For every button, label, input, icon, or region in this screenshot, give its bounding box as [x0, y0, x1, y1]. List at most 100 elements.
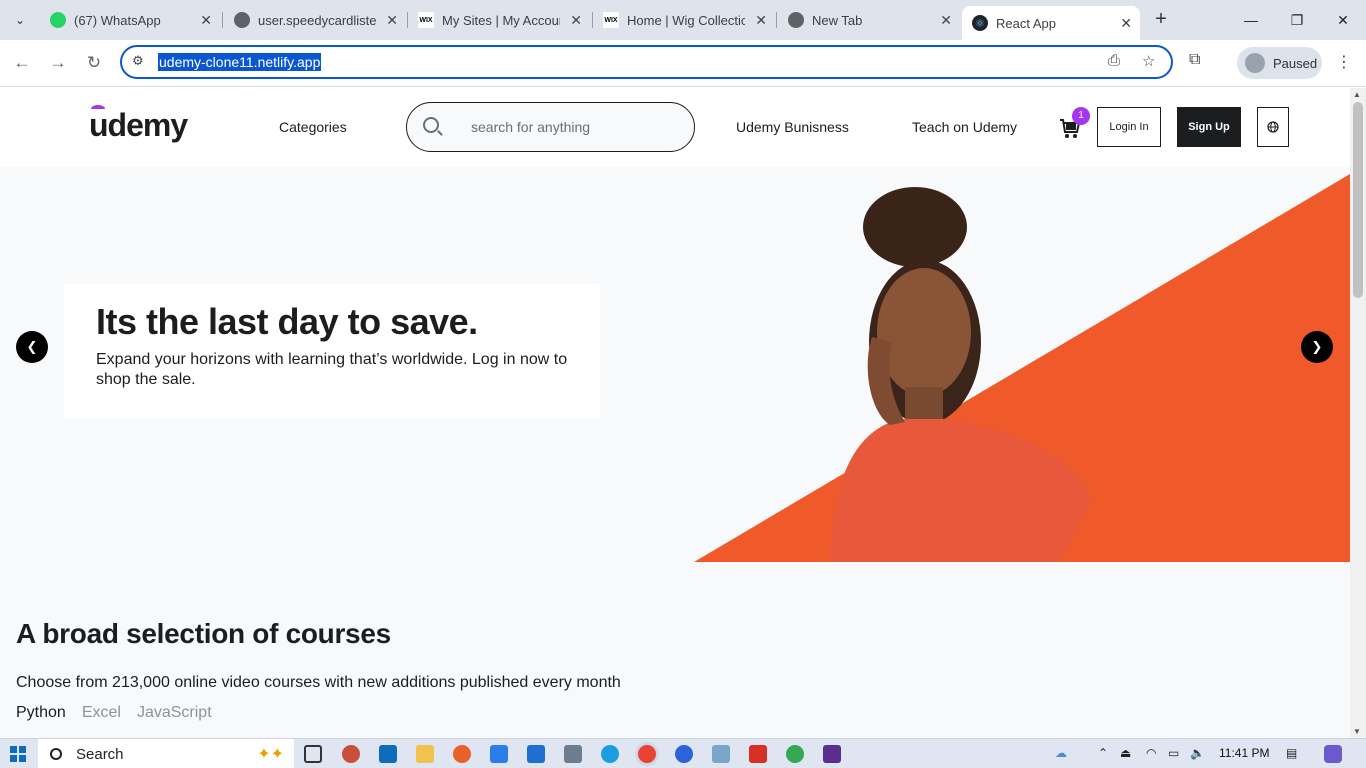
search-input[interactable]: [471, 117, 681, 137]
wifi-icon[interactable]: ◠: [1146, 746, 1156, 760]
acrobat-icon[interactable]: [749, 745, 767, 763]
avatar: [1245, 53, 1265, 73]
tab-close-icon[interactable]: ✕: [570, 12, 582, 29]
volume-icon[interactable]: 🔈: [1190, 746, 1205, 760]
app-icon[interactable]: [823, 745, 841, 763]
tab-close-icon[interactable]: ✕: [940, 12, 952, 29]
clock[interactable]: 11:41 PM: [1219, 746, 1269, 760]
restore-icon[interactable]: ❐: [1274, 8, 1320, 32]
udemy-business-link[interactable]: Udemy Bunisness: [736, 119, 849, 135]
udemy-logo[interactable]: udemy: [89, 105, 188, 144]
hero-promo-card: Its the last day to save. Expand your ho…: [64, 284, 600, 418]
search-icon[interactable]: [423, 117, 439, 133]
scroll-up-icon[interactable]: ▲: [1353, 90, 1361, 99]
profile-button[interactable]: Paused: [1237, 47, 1322, 79]
taskbar-search-label: Search: [76, 745, 124, 763]
page-scrollbar[interactable]: ▲ ▼: [1350, 88, 1366, 738]
courses-section: A broad selection of courses Choose from…: [16, 618, 621, 721]
battery-icon[interactable]: ▭: [1168, 746, 1179, 760]
mail-icon[interactable]: [527, 745, 545, 763]
edge-icon[interactable]: [601, 745, 619, 763]
back-icon[interactable]: ←: [10, 51, 34, 75]
windows-start-icon[interactable]: [10, 746, 26, 762]
whatsapp-icon: [50, 12, 66, 28]
chevron-right-icon: ❯: [1311, 339, 1323, 354]
tab-title: user.speedycardlister...: [258, 12, 376, 28]
categories-link[interactable]: Categories: [279, 119, 347, 135]
chrome-profile-icon[interactable]: [786, 745, 804, 763]
bookmark-star-icon[interactable]: ☆: [1142, 52, 1155, 70]
tab-whatsapp[interactable]: (67) WhatsApp ✕: [40, 6, 220, 34]
tab-close-icon[interactable]: ✕: [755, 12, 767, 29]
wix-icon: WIX: [418, 12, 434, 28]
chevron-left-icon: ❮: [26, 339, 38, 354]
tab-my-sites[interactable]: WIX My Sites | My Account ✕: [408, 6, 590, 34]
carousel-next-button[interactable]: ❯: [1301, 331, 1333, 363]
site-header: udemy Categories Udemy Bunisness Teach o…: [0, 88, 1350, 167]
browser-tab-bar: ⌄ (67) WhatsApp ✕ user.speedycardlister.…: [0, 0, 1366, 40]
usb-icon[interactable]: ⏏: [1120, 746, 1131, 760]
firefox-icon[interactable]: [453, 745, 471, 763]
hero-carousel: Its the last day to save. Expand your ho…: [0, 167, 1350, 562]
taskbar-search[interactable]: Search ✦✦: [38, 739, 294, 768]
extensions-icon[interactable]: ⧉: [1189, 51, 1200, 69]
scrollbar-thumb[interactable]: [1353, 102, 1363, 298]
carousel-prev-button[interactable]: ❮: [16, 331, 48, 363]
hero-title: Its the last day to save.: [96, 301, 478, 342]
tab-wig-collection[interactable]: WIX Home | Wig Collection ✕: [593, 6, 775, 34]
address-bar[interactable]: ⚙ udemy-clone11.netlify.app ⎙ ☆: [120, 45, 1173, 79]
browser-menu-icon[interactable]: ⋮: [1336, 52, 1352, 72]
task-view-icon[interactable]: [304, 745, 322, 763]
tab-separator: [776, 12, 777, 28]
microsoft-store-icon[interactable]: [490, 745, 508, 763]
tab-excel[interactable]: Excel: [82, 704, 121, 722]
tab-title: New Tab: [812, 12, 863, 28]
signup-button[interactable]: Sign Up: [1177, 107, 1241, 147]
chrome-icon[interactable]: [638, 745, 656, 763]
weather-icon[interactable]: ☁: [1055, 746, 1067, 760]
reload-icon[interactable]: ↻: [82, 51, 106, 75]
chrome-icon: [788, 12, 804, 28]
tab-title: (67) WhatsApp: [74, 12, 161, 28]
calculator-icon[interactable]: [564, 745, 582, 763]
forward-icon[interactable]: →: [46, 51, 70, 75]
tab-close-icon[interactable]: ✕: [386, 12, 398, 29]
cart-count-badge: 1: [1072, 107, 1090, 125]
site-settings-icon[interactable]: ⚙: [132, 53, 144, 69]
search-bar[interactable]: [406, 102, 695, 152]
course-category-tabs: Python Excel JavaScript: [16, 704, 212, 722]
outlook-icon[interactable]: [379, 745, 397, 763]
file-explorer-icon[interactable]: [416, 745, 434, 763]
app-icon[interactable]: [342, 745, 360, 763]
install-app-icon[interactable]: ⎙: [1108, 52, 1120, 69]
react-icon: ⚛: [972, 15, 988, 31]
globe-icon: [234, 12, 250, 28]
section-subtitle: Choose from 213,000 online video courses…: [16, 674, 621, 691]
scroll-down-icon[interactable]: ▼: [1353, 727, 1361, 736]
tab-new-tab[interactable]: New Tab ✕: [778, 6, 960, 34]
url-text[interactable]: udemy-clone11.netlify.app: [158, 53, 322, 71]
tab-python[interactable]: Python: [16, 704, 66, 722]
notifications-icon[interactable]: ▤: [1286, 746, 1297, 760]
tab-javascript[interactable]: JavaScript: [137, 704, 212, 722]
language-button[interactable]: [1257, 107, 1289, 147]
tab-close-icon[interactable]: ✕: [200, 12, 212, 29]
minimize-icon[interactable]: —: [1228, 8, 1274, 32]
new-tab-button[interactable]: +: [1150, 8, 1172, 32]
tab-react-app[interactable]: ⚛ React App ✕: [962, 6, 1140, 40]
wix-icon: WIX: [603, 12, 619, 28]
show-hidden-icons[interactable]: ⌃: [1098, 746, 1108, 760]
tab-title: My Sites | My Account: [442, 12, 560, 28]
tab-speedycardlister[interactable]: user.speedycardlister... ✕: [224, 6, 406, 34]
tab-search-button[interactable]: ⌄: [6, 8, 34, 32]
notepad-icon[interactable]: [712, 745, 730, 763]
tab-separator: [222, 12, 223, 28]
close-window-icon[interactable]: ✕: [1320, 8, 1366, 32]
login-button[interactable]: Login In: [1097, 107, 1161, 147]
copilot-icon[interactable]: [1324, 745, 1342, 763]
teach-on-udemy-link[interactable]: Teach on Udemy: [912, 119, 1017, 135]
tab-title: React App: [996, 15, 1056, 31]
profile-status: Paused: [1273, 55, 1318, 71]
zoom-icon[interactable]: [675, 745, 693, 763]
tab-close-icon[interactable]: ✕: [1120, 15, 1132, 32]
